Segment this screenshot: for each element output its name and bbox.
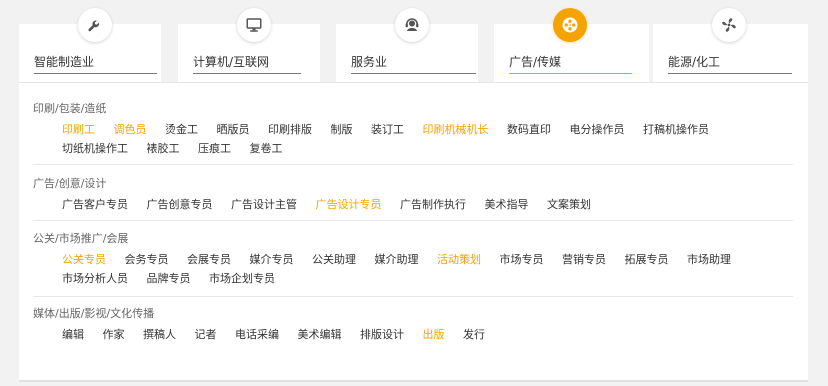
tab-underline bbox=[668, 73, 792, 74]
job-link[interactable]: 电分操作员 bbox=[570, 120, 625, 139]
divider bbox=[33, 164, 793, 165]
job-link[interactable]: 媒介专员 bbox=[250, 250, 294, 269]
job-link[interactable]: 活动策划 bbox=[437, 250, 481, 269]
job-link[interactable]: 公关专员 bbox=[62, 250, 106, 269]
tab-service-industry[interactable]: 服务业 bbox=[336, 8, 478, 82]
job-link[interactable]: 文案策划 bbox=[547, 195, 591, 214]
tab-label: 能源/化工 bbox=[668, 55, 721, 69]
job-link[interactable]: 会展专员 bbox=[187, 250, 231, 269]
category-advertising-design: 广告/创意/设计 广告客户专员 广告创意专员 广告设计主管 广告设计专员 广告制作执行美… bbox=[33, 176, 793, 214]
panel-bottom-edge bbox=[19, 380, 808, 382]
job-link[interactable]: 会务专员 bbox=[125, 250, 169, 269]
industry-tab-bar: 智能制造业 计算机/互联网 服务业 广告/传媒 能源/化工 bbox=[19, 0, 808, 82]
job-link[interactable]: 打稿机操作员 bbox=[643, 120, 709, 139]
customer-service-icon bbox=[395, 8, 429, 42]
job-link[interactable]: 晒版员 bbox=[217, 120, 250, 139]
job-link[interactable]: 记者 bbox=[195, 325, 217, 344]
tab-label: 计算机/互联网 bbox=[193, 55, 270, 69]
job-link[interactable]: 作家 bbox=[103, 325, 125, 344]
job-link[interactable]: 拓展专员 bbox=[625, 250, 669, 269]
job-link[interactable]: 印刷机械机长 bbox=[423, 120, 489, 139]
job-link[interactable]: 市场专员 bbox=[500, 250, 544, 269]
job-link[interactable]: 美术编辑 bbox=[298, 325, 342, 344]
job-link[interactable]: 市场助理 bbox=[687, 250, 731, 269]
tab-underline bbox=[193, 73, 301, 74]
tab-underline-active bbox=[509, 73, 632, 74]
job-link[interactable]: 营销专员 bbox=[562, 250, 606, 269]
job-link[interactable]: 公关助理 bbox=[312, 250, 356, 269]
film-reel-icon bbox=[553, 8, 587, 42]
job-link[interactable]: 美术指导 bbox=[485, 195, 529, 214]
job-link[interactable]: 印刷工 bbox=[62, 120, 95, 139]
category-title: 印刷/包装/造纸 bbox=[33, 102, 107, 115]
job-link[interactable]: 广告设计主管 bbox=[231, 195, 297, 214]
job-list: 公关专员 会务专员 会展专员 媒介专员 公关助理 媒介助理 活动策划 市场专员 营销专员 拓展专员… bbox=[62, 250, 782, 288]
job-list: 广告客户专员 广告创意专员 广告设计主管 广告设计专员 广告制作执行 美术指导 文案策划 bbox=[62, 195, 782, 214]
job-link[interactable]: 编辑 bbox=[62, 325, 84, 344]
job-category-panel: 印刷/包装/造纸 印刷工 调色员 烫金工 晒版员 印刷排版 制版 装订工 印刷机械机长 数码直印… bbox=[19, 82, 808, 381]
job-link[interactable]: 广告创意专员 bbox=[147, 195, 213, 214]
job-link[interactable]: 出版 bbox=[423, 325, 445, 344]
job-link[interactable]: 复卷工 bbox=[250, 139, 283, 158]
category-printing: 印刷/包装/造纸 印刷工 调色员 烫金工 晒版员 印刷排版 制版 装订工 印刷机械机长 数码直印… bbox=[33, 101, 793, 158]
category-title: 公关/市场推广/会展 bbox=[33, 232, 129, 245]
job-link[interactable]: 广告设计专员 bbox=[316, 195, 382, 214]
job-link[interactable]: 广告制作执行 bbox=[400, 195, 466, 214]
job-link[interactable]: 切纸机操作工 bbox=[62, 139, 128, 158]
monitor-icon bbox=[237, 8, 271, 42]
job-link[interactable]: 发行 bbox=[463, 325, 485, 344]
category-title: 媒体/出版/影视/文化传播 bbox=[33, 307, 155, 320]
job-link[interactable]: 压痕工 bbox=[198, 139, 231, 158]
job-link[interactable]: 数码直印 bbox=[507, 120, 551, 139]
job-link[interactable]: 品牌专员 bbox=[147, 269, 191, 288]
job-list: 印刷工 调色员 烫金工 晒版员 印刷排版 制版 装订工 印刷机械机长 数码直印 电分操作员 打稿机操… bbox=[62, 120, 782, 158]
tab-label: 服务业 bbox=[351, 55, 388, 69]
job-link[interactable]: 调色员 bbox=[114, 120, 147, 139]
tab-label: 智能制造业 bbox=[34, 55, 95, 69]
job-link[interactable]: 印刷排版 bbox=[268, 120, 312, 139]
job-link[interactable]: 广告客户专员 bbox=[62, 195, 128, 214]
category-media-publishing: 媒体/出版/影视/文化传播 编辑 作家 撰稿人 记者 电话采编 美术编辑 排版设计 出版 发行 bbox=[33, 306, 793, 344]
category-pr-marketing: 公关/市场推广/会展 公关专员 会务专员 会展专员 媒介专员 公关助理 媒介助理 活动策划市… bbox=[33, 231, 793, 288]
tab-underline bbox=[34, 73, 157, 74]
tab-smart-manufacturing[interactable]: 智能制造业 bbox=[19, 8, 161, 82]
tab-underline bbox=[351, 73, 476, 74]
tab-energy-chemical[interactable]: 能源/化工 bbox=[653, 8, 808, 82]
job-link[interactable]: 烫金工 bbox=[165, 120, 198, 139]
divider bbox=[33, 296, 793, 297]
fan-icon bbox=[712, 8, 746, 42]
tab-computer-internet[interactable]: 计算机/互联网 bbox=[178, 8, 320, 82]
job-link[interactable]: 排版设计 bbox=[360, 325, 404, 344]
tab-label: 广告/传媒 bbox=[509, 55, 562, 69]
job-link[interactable]: 装订工 bbox=[371, 120, 404, 139]
job-link[interactable]: 裱胶工 bbox=[147, 139, 180, 158]
tab-advertising-media[interactable]: 广告/传媒 bbox=[494, 8, 649, 82]
job-list: 编辑 作家 撰稿人 记者 电话采编 美术编辑 排版设计 出版 发行 bbox=[62, 325, 782, 344]
job-link[interactable]: 市场分析人员 bbox=[62, 269, 128, 288]
category-title: 广告/创意/设计 bbox=[33, 177, 107, 190]
wrench-icon bbox=[78, 8, 112, 42]
job-link[interactable]: 电话采编 bbox=[235, 325, 279, 344]
divider bbox=[33, 220, 793, 221]
job-link[interactable]: 制版 bbox=[331, 120, 353, 139]
job-link[interactable]: 媒介助理 bbox=[375, 250, 419, 269]
job-link[interactable]: 市场企划专员 bbox=[209, 269, 275, 288]
job-link[interactable]: 撰稿人 bbox=[143, 325, 176, 344]
